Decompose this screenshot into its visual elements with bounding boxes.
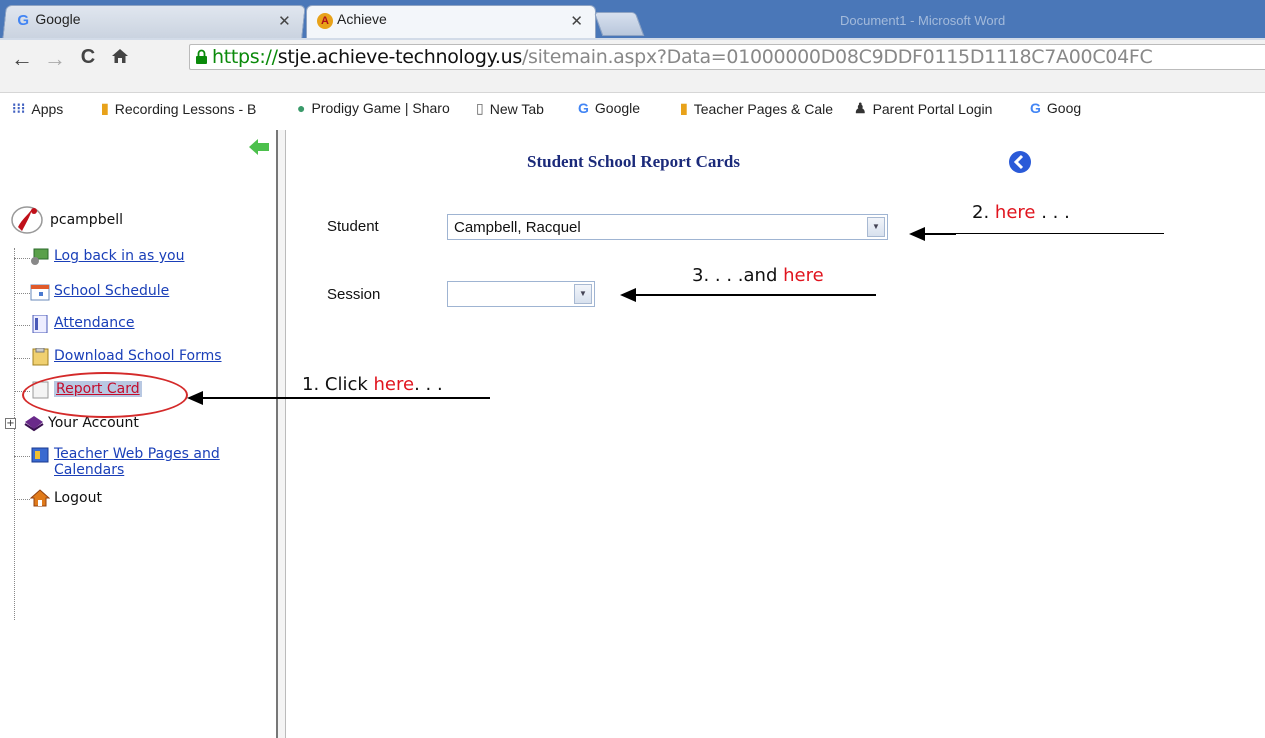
book-icon: ▮ bbox=[101, 100, 109, 116]
sidebar-item-label[interactable]: Attendance bbox=[54, 315, 134, 331]
sidebar: pcampbell Log back in as you School Sche… bbox=[0, 130, 276, 738]
calendar-icon bbox=[30, 284, 50, 301]
prodigy-icon: ● bbox=[297, 100, 306, 116]
google-icon: G bbox=[1030, 100, 1041, 116]
google-icon: G bbox=[17, 12, 29, 29]
bookmark-parent-portal[interactable]: ♟ Parent Portal Login bbox=[854, 100, 992, 117]
sidebar-item-label[interactable]: Download School Forms bbox=[54, 348, 222, 364]
address-bar[interactable]: https://stje.achieve-technology.us/sitem… bbox=[189, 44, 1265, 70]
teacher-pages-icon bbox=[31, 447, 49, 463]
reload-icon[interactable]: C bbox=[76, 46, 100, 69]
sidebar-item-label-line2[interactable]: Calendars bbox=[54, 462, 220, 478]
session-label: Session bbox=[327, 286, 381, 303]
arrow-step-3 bbox=[634, 294, 876, 296]
book-icon: ▮ bbox=[680, 100, 688, 116]
forward-arrow-icon[interactable]: → bbox=[43, 46, 67, 72]
close-tab-icon[interactable]: ✕ bbox=[570, 12, 583, 30]
sidebar-item-school-schedule[interactable]: School Schedule bbox=[14, 283, 169, 301]
back-circle-icon[interactable] bbox=[1008, 150, 1032, 174]
sidebar-item-label[interactable]: Log back in as you bbox=[54, 248, 184, 264]
tab-title: Achieve bbox=[337, 11, 387, 27]
bookmark-recording-lessons[interactable]: ▮ Recording Lessons - B bbox=[101, 100, 256, 117]
tab-google[interactable]: G Google ✕ bbox=[2, 5, 306, 40]
expand-plus-icon[interactable]: + bbox=[5, 418, 16, 429]
collapse-arrow-icon[interactable] bbox=[248, 138, 270, 156]
account-icon bbox=[24, 416, 44, 432]
student-value: Campbell, Racquel bbox=[454, 219, 581, 236]
arrow-step-2 bbox=[922, 233, 956, 235]
annotation-step-2: 2. here . . . bbox=[972, 202, 1070, 223]
sidebar-item-label[interactable]: School Schedule bbox=[54, 283, 169, 299]
student-label: Student bbox=[327, 218, 379, 235]
session-select[interactable]: ▼ bbox=[447, 281, 595, 307]
username: pcampbell bbox=[50, 212, 123, 228]
arrow-step-1 bbox=[200, 397, 490, 399]
sidebar-item-logout[interactable]: Logout bbox=[14, 489, 102, 507]
google-icon: G bbox=[578, 100, 589, 116]
panel-splitter[interactable] bbox=[276, 130, 286, 738]
new-tab-button[interactable] bbox=[593, 12, 645, 36]
sidebar-item-attendance[interactable]: Attendance bbox=[14, 315, 134, 333]
sidebar-item-label[interactable]: Teacher Web Pages and bbox=[54, 446, 220, 462]
user-profile: pcampbell bbox=[10, 205, 123, 235]
tab-achieve[interactable]: A Achieve ✕ bbox=[306, 5, 596, 40]
achieve-icon: A bbox=[317, 13, 333, 29]
annotation-step-1: 1. Click here. . . bbox=[302, 374, 443, 395]
url-text: https://stje.achieve-technology.us/sitem… bbox=[212, 46, 1153, 68]
bookmarks-bar: ⁝⁝⁝ Apps ▮ Recording Lessons - B ● Prodi… bbox=[0, 95, 1265, 123]
main-content: Student School Report Cards Student Camp… bbox=[287, 130, 1265, 738]
chevron-down-icon[interactable]: ▼ bbox=[574, 284, 592, 304]
annotation-step-3: 3. . . .and here bbox=[692, 265, 824, 286]
bookmark-google[interactable]: G Google bbox=[578, 100, 640, 116]
lock-icon bbox=[196, 49, 207, 64]
bookmark-apps[interactable]: ⁝⁝⁝ Apps bbox=[12, 100, 63, 117]
login-icon bbox=[31, 248, 49, 265]
arrow-head-1 bbox=[187, 391, 203, 405]
sidebar-item-log-back-in[interactable]: Log back in as you bbox=[14, 248, 184, 266]
browser-toolbar: ← → C https://stje.achieve-technology.us… bbox=[0, 40, 1265, 93]
forms-icon bbox=[32, 348, 49, 366]
achieve-logo-icon bbox=[11, 206, 43, 234]
bookmark-teacher-pages[interactable]: ▮ Teacher Pages & Cale bbox=[680, 100, 833, 117]
student-select[interactable]: Campbell, Racquel ▼ bbox=[447, 214, 888, 240]
bookmark-new-tab[interactable]: ▯ New Tab bbox=[476, 100, 544, 117]
attendance-icon bbox=[32, 315, 48, 333]
background-window-title: Document1 - Microsoft Word bbox=[840, 13, 1006, 28]
people-icon: ♟ bbox=[854, 100, 867, 116]
sidebar-item-label: Logout bbox=[54, 490, 102, 506]
chevron-down-icon[interactable]: ▼ bbox=[867, 217, 885, 237]
home-icon[interactable] bbox=[108, 46, 132, 72]
bookmark-google-2[interactable]: G Goog bbox=[1030, 100, 1081, 116]
page-icon: ▯ bbox=[476, 100, 484, 116]
bookmark-prodigy[interactable]: ● Prodigy Game | Sharo bbox=[297, 100, 450, 116]
sidebar-item-teacher-pages[interactable]: Teacher Web Pages and Calendars bbox=[14, 446, 220, 478]
tab-title: Google bbox=[35, 11, 81, 27]
home-icon bbox=[30, 489, 50, 507]
tree-connector bbox=[14, 248, 16, 620]
sidebar-item-download-forms[interactable]: Download School Forms bbox=[14, 348, 222, 366]
close-tab-icon[interactable]: ✕ bbox=[279, 12, 292, 30]
tab-strip: G Google ✕ A Achieve ✕ Document1 - Micro… bbox=[0, 0, 1265, 40]
arrow-head-2 bbox=[909, 227, 925, 241]
underline-step-2 bbox=[955, 233, 1164, 234]
apps-grid-icon: ⁝⁝⁝ bbox=[12, 100, 26, 116]
page-title: Student School Report Cards bbox=[527, 152, 740, 171]
back-arrow-icon[interactable]: ← bbox=[10, 46, 34, 72]
arrow-head-3 bbox=[620, 288, 636, 302]
highlight-circle bbox=[22, 372, 188, 418]
